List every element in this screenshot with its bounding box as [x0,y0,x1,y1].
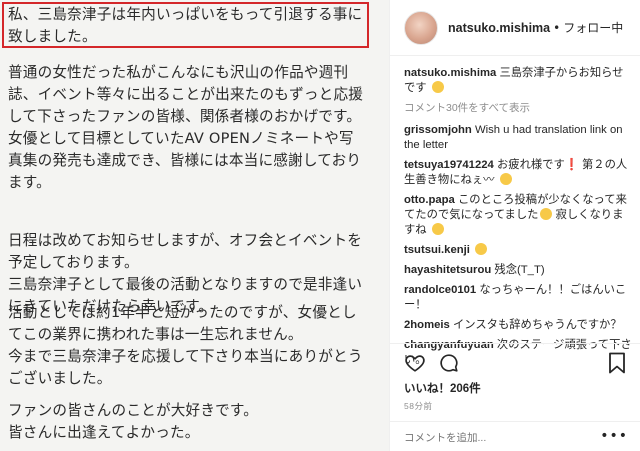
comment-username[interactable]: tsutsui.kenji [404,244,470,256]
action-bar [404,352,460,374]
divider [390,343,640,344]
ok-hand-icon [499,173,512,185]
heart-icon[interactable] [404,352,426,374]
letter-paragraph-1: 普通の女性だった私がこんなにも沢山の作品や週刊 誌、イベント等々に出ることが出来… [8,64,364,191]
letter-paragraph-4: ファンの皆さんのことが大好きです。 皆さんに出逢えてよかった。 [8,402,259,441]
comment-item: tsutsui.kenji [404,243,634,258]
comment-item: randolce0101 なっちゃーん！！ごはんいこー！ [404,283,634,313]
comment-item: 2homeis インスタも辞めちゃうんですか？ [404,318,634,333]
comment-icon[interactable] [438,352,460,374]
comment-item: tetsuya19741224 お疲れ様です❗ 第２の人生善き物にねぇ〰 [404,158,634,188]
view-all-comments-link[interactable]: コメント30件をすべて表示 [404,101,634,116]
comment-item: hayashitetsurou 残念(T_T) [404,263,634,278]
add-comment-input[interactable] [404,430,604,446]
comment-username[interactable]: tetsuya19741224 [404,159,494,171]
header-separator: • [553,20,561,35]
comments-list: natsuko.mishima 三島奈津子からお知らせです コメント30件をすべ… [404,66,634,373]
like-count[interactable]: いいね！206件 [404,380,481,396]
smile-icon [431,223,444,235]
comment-text: インスタも辞めちゃうんですか？ [452,319,622,331]
comment-username[interactable]: 2homeis [404,319,450,331]
caption: natsuko.mishima 三島奈津子からお知らせです [404,66,634,96]
comment-username[interactable]: grissomjohn [404,124,472,136]
letter-highlight-text: 私、三島奈津子は年内いっぱいをもって引退する事に 致しました。 [8,6,363,45]
crying-face-icon [475,243,488,255]
post-header: natsuko.mishima • フォロー中 [390,0,640,56]
comment-username[interactable]: randolce0101 [404,284,476,296]
post-sidebar: natsuko.mishima • フォロー中 natsuko.mishima … [389,0,640,451]
more-options-icon[interactable]: ••• [600,429,628,443]
header-username[interactable]: natsuko.mishima [448,21,550,35]
emoji-icon [431,81,444,93]
divider [390,421,640,422]
letter-image: 私、三島奈津子は年内いっぱいをもって引退する事に 致しました。 普通の女性だった… [0,0,389,451]
following-button[interactable]: フォロー中 [563,19,623,36]
comment-username[interactable]: hayashitetsurou [404,264,491,276]
comment-username[interactable]: changyanfuyuan [404,339,494,351]
smile-icon [540,208,553,220]
exclamation-icon: ❗ [564,159,579,171]
post-timestamp[interactable]: 58分前 [404,400,432,412]
comment-item: grissomjohn Wish u had translation link … [404,123,634,153]
avatar[interactable] [404,10,438,45]
comment-text: お疲れ様です [496,159,565,171]
caption-username[interactable]: natsuko.mishima [404,67,496,79]
bookmark-icon[interactable] [608,352,626,374]
comment-username[interactable]: otto.papa [404,194,455,206]
letter-paragraph-3: 活動としては約1年半と短かったのですが、女優とし てこの業界に携われた事は一生忘… [8,304,363,387]
comment-text: 残念(T_T) [494,264,545,276]
comment-item: otto.papa このところ投稿が少なくなって来てたので気になってました 寂し… [404,193,634,238]
